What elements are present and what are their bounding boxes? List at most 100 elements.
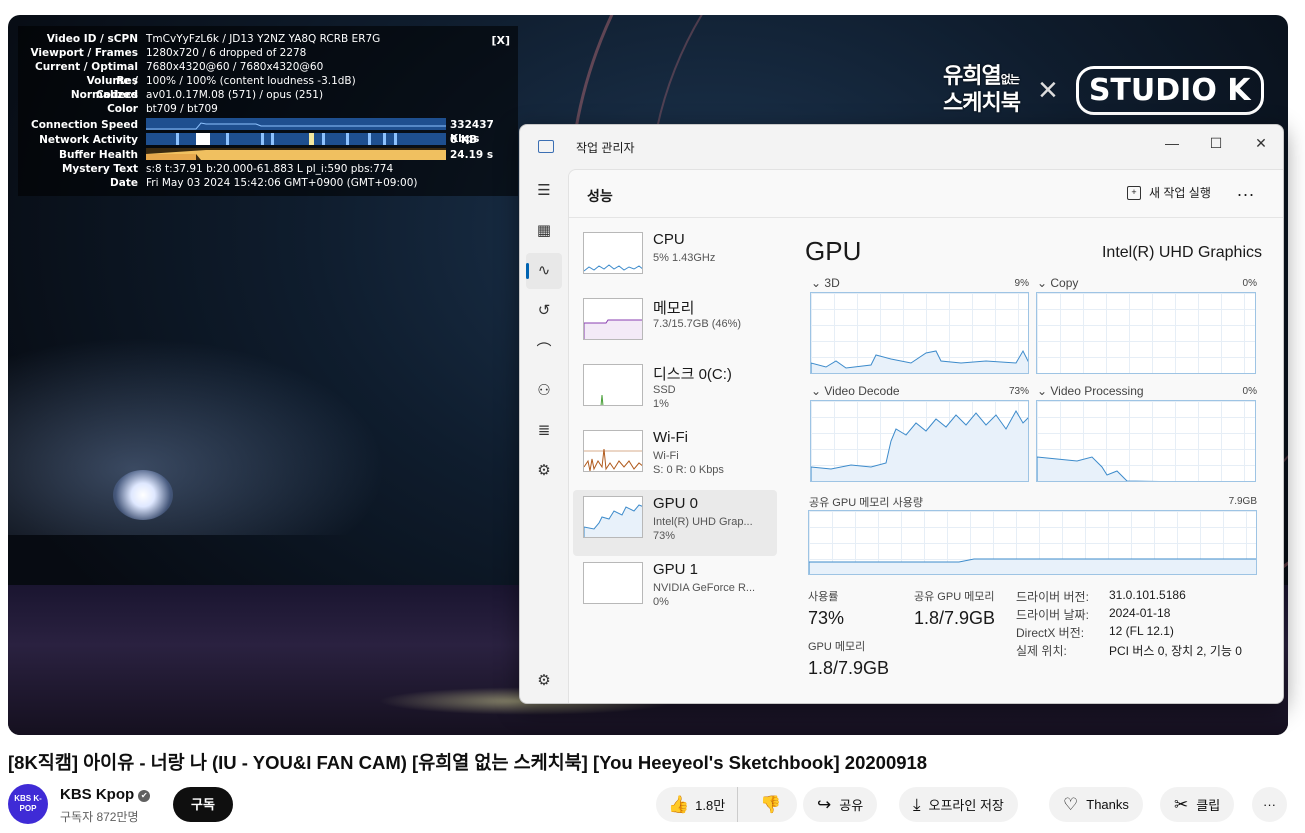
engine-copy-label[interactable]: ⌄ Copy [1037,276,1078,290]
stats-row: Volume / Normalized 100% / 100% (content … [18,74,518,101]
share-button[interactable]: ↪ 공유 [803,787,878,822]
performance-icon[interactable]: ∿ [526,253,562,289]
device-thumbnail-graph [583,430,643,472]
details-icon[interactable]: ≣ [526,413,562,449]
device-sub1: Intel(R) UHD Grap... [653,516,753,528]
stats-key: Video ID / sCPN [46,33,138,45]
like-count: 1.8만 [695,798,726,813]
spotlight [113,470,173,520]
page-title: 성능 [587,188,613,204]
device-name: CPU [653,231,685,248]
minimize-button[interactable]: — [1158,131,1186,155]
channel-name[interactable]: KBS Kpop ✔ [60,786,151,803]
channel-avatar[interactable]: KBS K-POP [8,784,48,824]
engine-video-decode-pct: 73% [1008,386,1029,397]
device-item-cpu[interactable]: CPU 5% 1.43GHz [573,226,777,292]
clip-button[interactable]: ✂ 클립 [1160,787,1235,822]
task-manager-window[interactable]: 작업 관리자 — ☐ ✕ ☰ ▦ ∿ ↺ ⌒ ⚇ ≣ ⚙ ⚙ 성능 + 새 작업… [519,124,1284,704]
stats-key: Connection Speed [30,119,138,131]
device-sub1: SSD [653,384,676,396]
dislike-button[interactable]: 👎 [746,796,795,813]
device-item-wi-fi[interactable]: Wi-Fi Wi-Fi S: 0 R: 0 Kbps [573,424,777,490]
gpu-memory-value: 1.8/7.9GB [808,658,890,678]
shared-memory-max: 7.9GB [1228,496,1257,507]
startup-icon[interactable]: ⌒ [526,333,562,369]
sketchbook-logo: 유희열없는 스케치북 [943,64,1021,116]
services-icon[interactable]: ⚙ [526,453,562,489]
stats-key: Volume / Normalized [70,75,138,101]
processes-icon[interactable]: ▦ [526,213,562,249]
title-bar[interactable]: 작업 관리자 — ☐ ✕ [520,125,1283,169]
studio-k-logo: STUDIO K [1075,66,1264,115]
usage-label: 사용률 [808,591,839,603]
content-header: 성능 + 새 작업 실행 ... [569,170,1283,218]
device-thumbnail-graph [583,232,643,274]
stats-row: Viewport / Frames 1280x720 / 6 dropped of… [18,46,518,60]
engine-copy-pct: 0% [1242,278,1257,289]
stats-row: Color bt709 / bt709 [18,102,518,116]
close-button[interactable]: ✕ [1247,131,1275,155]
download-button[interactable]: ⤓ 오프라인 저장 [899,787,1018,822]
stats-value: bt709 / bt709 [146,103,218,115]
maximize-button[interactable]: ☐ [1202,131,1230,155]
device-item-gpu-0[interactable]: GPU 0 Intel(R) UHD Grap... 73% [573,490,777,556]
users-icon[interactable]: ⚇ [526,373,562,409]
more-options-button[interactable]: ... [1237,180,1255,201]
settings-icon[interactable]: ⚙ [526,663,562,699]
device-sub1: 7.3/15.7GB (46%) [653,318,742,330]
run-new-task-button[interactable]: + 새 작업 실행 [1127,184,1211,201]
engine-video-processing-label[interactable]: ⌄ Video Processing [1037,384,1144,398]
stats-key: Viewport / Frames [30,47,138,59]
thanks-icon: ♡ [1063,795,1079,814]
device-name: Wi-Fi [653,429,688,446]
stats-value: 1280x720 / 6 dropped of 2278 [146,47,307,59]
stats-key: Buffer Health [58,149,138,161]
driver-info-value: 31.0.101.5186 [1109,588,1186,602]
device-thumbnail-graph [583,298,643,340]
logo-line1: 유희열 [943,64,1002,89]
stats-row: Date Fri May 03 2024 15:42:06 GMT+0900 (G… [18,176,518,190]
device-thumbnail-graph [583,496,643,538]
more-actions-button[interactable]: ··· [1252,787,1287,822]
channel-name-text[interactable]: KBS Kpop [60,786,134,803]
logo-line2: 스케치북 [943,91,1021,116]
device-name: 메모리 [653,300,695,317]
stats-value: 24.19 s [450,149,494,161]
stats-value: TmCvYyFzL6k / JD13 Y2NZ YA8Q RCRB ER7G [146,33,381,45]
driver-info-key: 드라이버 날짜: [1016,608,1089,622]
stats-row: Codecs av01.0.17M.08 (571) / opus (251) [18,88,518,102]
like-button[interactable]: 👍 1.8만 [656,787,739,822]
device-item--[interactable]: 메모리 7.3/15.7GB (46%) [573,292,777,358]
share-icon: ↪ [817,795,832,814]
app-history-icon[interactable]: ↺ [526,293,562,329]
engine-3d-label[interactable]: ⌄ 3D [811,276,840,290]
device-sub1: 5% 1.43GHz [653,252,716,264]
gpu-memory-label: GPU 메모리 [808,641,866,653]
driver-info-value: PCI 버스 0, 장치 2, 기능 0 [1109,644,1242,658]
engine-3d-graph [810,292,1029,374]
thanks-label: Thanks [1086,797,1129,812]
thumbs-down-icon: 👎 [760,795,782,814]
driver-info-key: 드라이버 버전: [1016,590,1089,604]
device-name: GPU 1 [653,561,699,578]
device-sub1: NVIDIA GeForce R... [653,582,756,594]
device-item-gpu-1[interactable]: GPU 1 NVIDIA GeForce R... 0% [573,556,777,622]
shared-memory-graph [808,510,1257,575]
stats-value: av01.0.17M.08 (571) / opus (251) [146,89,324,101]
menu-icon[interactable]: ☰ [526,173,562,209]
engine-video-decode-label[interactable]: ⌄ Video Decode [811,384,900,398]
clip-label: 클립 [1196,798,1221,813]
device-sub2: 0% [653,596,669,608]
stats-value: s:8 t:37.91 b:20.000-61.883 L pl_i:590 p… [146,163,394,175]
device-item--0-c-[interactable]: 디스크 0(C:) SSD 1% [573,358,777,424]
subscribe-button[interactable]: 구독 [173,787,233,822]
buffer-health-bar [146,148,446,160]
shared-memory-label: 공유 GPU 메모리 사용량 [809,497,923,509]
device-name: 디스크 0(C:) [653,366,732,383]
thanks-button[interactable]: ♡ Thanks [1049,787,1143,822]
device-thumbnail-graph [583,562,643,604]
new-task-label: 새 작업 실행 [1149,186,1211,200]
stats-for-nerds-panel: [X] Video ID / sCPN TmCvYyFzL6k / JD13 Y2… [18,26,518,196]
share-label: 공유 [839,798,864,813]
device-thumbnail-graph [583,364,643,406]
